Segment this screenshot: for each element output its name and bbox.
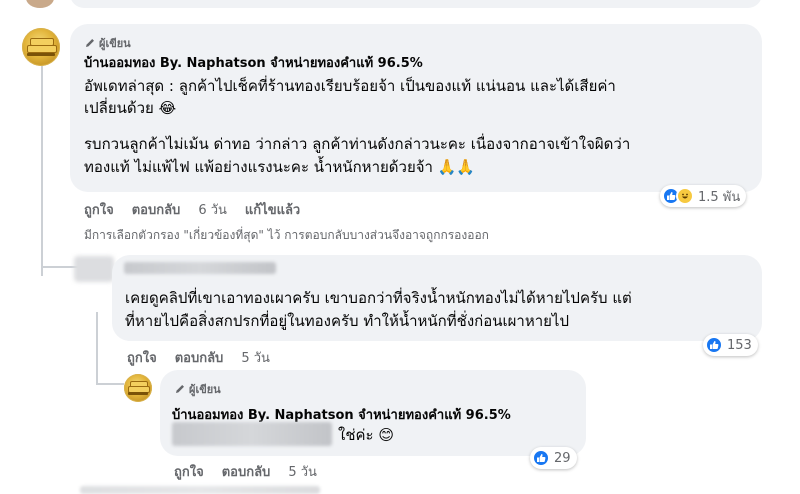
reply-actions: ถูกใจ ตอบกลับ 5 วัน	[127, 347, 270, 368]
comment-text-line: อัพเดทล่าสุด : ลูกค้าไปเช็คที่ร้านทองเรี…	[84, 77, 616, 95]
author-badge: ผู้เขียน	[84, 34, 131, 52]
reply-button[interactable]: ตอบกลับ	[132, 199, 181, 220]
comment-text-line: เปลี่ยนด้วย 😂	[84, 99, 177, 117]
author-badge-label: ผู้เขียน	[99, 37, 131, 50]
filter-notice: มีการเลือกตัวกรอง "เกี่ยวข้องที่สุด" ไว้…	[84, 228, 489, 242]
like-button[interactable]: ถูกใจ	[174, 461, 204, 482]
haha-icon	[676, 187, 694, 205]
comment-text-line: ทองแท้ ไม่แพ้ไฟ แพ้อย่างแรงนะคะ น้ำหนักห…	[84, 158, 476, 176]
edited-label[interactable]: แก้ไขแล้ว	[245, 199, 300, 220]
author-badge: ผู้เขียน	[174, 380, 221, 398]
reply-text-line: เคยดูคลิปที่เขาเอาทองเผาครับ เขาบอกว่าที…	[125, 289, 632, 307]
comment-author-name[interactable]: บ้านออมทอง By. Naphatson จำหน่ายทองคำแท้…	[84, 52, 423, 73]
top-avatar-partial	[26, 0, 54, 8]
reply-text-line: ที่หายไปคือสิ่งสกปรกที่อยู่ในทองครับ ทำใ…	[125, 312, 570, 330]
reaction-count: 29	[554, 450, 571, 466]
author-badge-label: ผู้เขียน	[189, 383, 221, 396]
like-icon	[705, 336, 723, 354]
reply-timestamp[interactable]: 5 วัน	[241, 347, 270, 368]
reply-avatar-blurred[interactable]	[74, 256, 114, 282]
reaction-summary[interactable]: 153	[703, 334, 758, 356]
pencil-icon	[86, 39, 94, 47]
thread-connector-2	[96, 383, 124, 385]
avatar[interactable]	[22, 28, 60, 66]
like-button[interactable]: ถูกใจ	[84, 199, 114, 220]
reaction-summary[interactable]: 29	[530, 447, 577, 469]
avatar[interactable]	[124, 374, 152, 402]
reaction-count: 153	[727, 337, 752, 353]
reply-timestamp[interactable]: 5 วัน	[288, 461, 317, 482]
reply-text: ใช่ค่ะ 😊	[338, 426, 395, 444]
reaction-count: 1.5 พัน	[698, 189, 741, 205]
comment-actions: ถูกใจ ตอบกลับ 6 วัน แก้ไขแล้ว	[84, 199, 300, 220]
reply-author-name-blurred[interactable]	[124, 262, 276, 274]
bottom-cutoff-row	[80, 486, 320, 494]
thread-line-main	[41, 66, 43, 276]
like-icon	[532, 449, 550, 467]
reply-button[interactable]: ตอบกลับ	[175, 347, 224, 368]
comment-timestamp[interactable]: 6 วัน	[198, 199, 227, 220]
reaction-summary[interactable]: 1.5 พัน	[660, 185, 747, 207]
pencil-icon	[176, 385, 184, 393]
comment-text-line: รบกวนลูกค้าไม่เม้น ด่าทอ ว่ากล่าว ลูกค้า…	[84, 135, 631, 153]
mention-blurred[interactable]	[172, 422, 332, 446]
like-button[interactable]: ถูกใจ	[127, 347, 157, 368]
reply-actions: ถูกใจ ตอบกลับ 5 วัน	[174, 461, 317, 482]
top-cutoff-bubble	[70, 0, 762, 8]
reply-button[interactable]: ตอบกลับ	[222, 461, 271, 482]
thread-line-reply	[96, 312, 98, 384]
